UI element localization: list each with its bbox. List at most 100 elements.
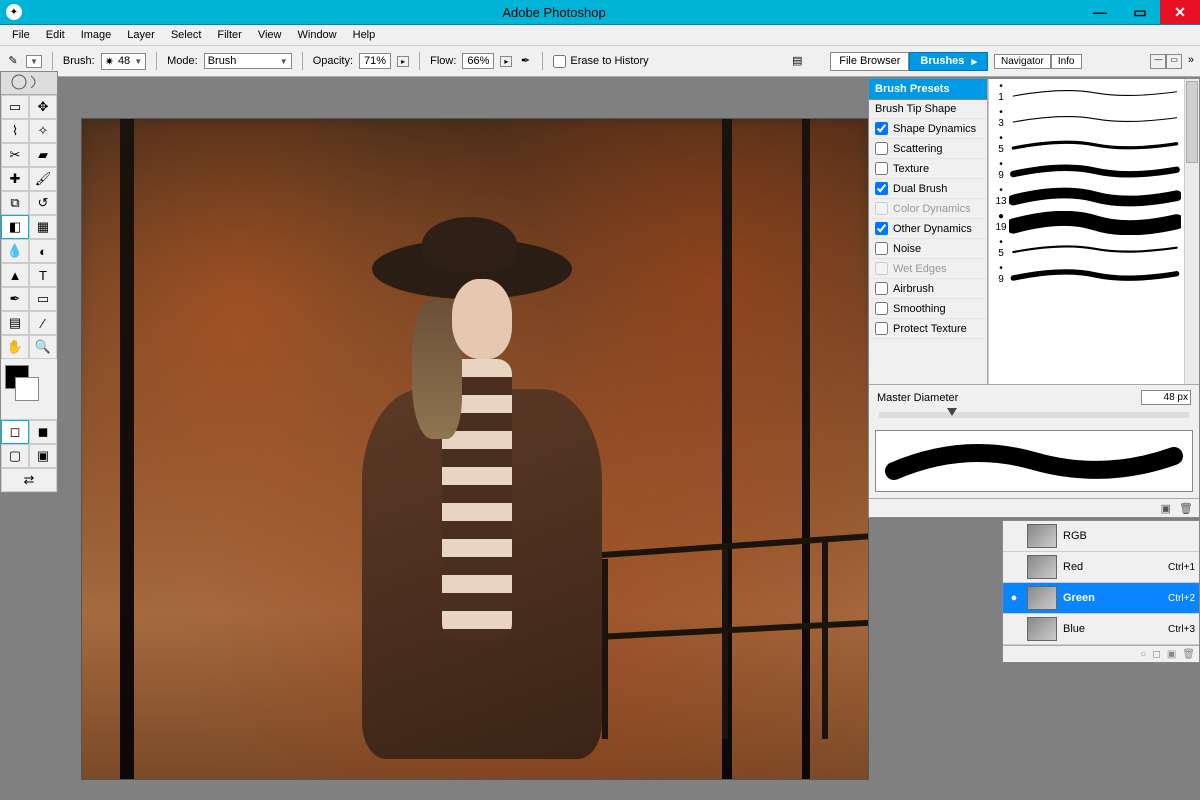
- stroke-scrollbar[interactable]: [1184, 79, 1199, 384]
- new-channel-icon[interactable]: ▣: [1167, 649, 1176, 660]
- tool-preset-icon[interactable]: ✎: [6, 54, 20, 68]
- slice-tool[interactable]: ▰: [29, 143, 57, 167]
- toolbox-header[interactable]: [1, 72, 57, 95]
- screenmode-2[interactable]: ▣: [29, 444, 57, 468]
- move-tool[interactable]: ✥: [29, 95, 57, 119]
- brush-presets-header[interactable]: Brush Presets: [869, 79, 987, 100]
- brush-stroke-13[interactable]: •13: [989, 183, 1185, 209]
- flow-value[interactable]: 66%: [462, 53, 494, 69]
- panel-min-icon[interactable]: —: [1150, 54, 1166, 69]
- master-diameter-label: Master Diameter: [877, 392, 958, 404]
- marquee-tool[interactable]: ▭: [1, 95, 29, 119]
- history-brush-tool[interactable]: ↺: [29, 191, 57, 215]
- jump-to-imageready[interactable]: ⇄: [1, 468, 57, 492]
- master-diameter-row: Master Diameter: [869, 384, 1199, 410]
- brush-stroke-1[interactable]: •1: [989, 79, 1185, 105]
- brush-stroke-9[interactable]: •9: [989, 157, 1185, 183]
- palette-well-icon[interactable]: ▤: [790, 54, 804, 68]
- channel-blue[interactable]: BlueCtrl+3: [1003, 614, 1199, 645]
- master-diameter-slider[interactable]: [879, 412, 1189, 418]
- erase-to-history-checkbox[interactable]: Erase to History: [553, 55, 648, 68]
- notes-tool[interactable]: ▤: [1, 311, 29, 335]
- delete-channel-icon[interactable]: 🗑: [1182, 649, 1195, 660]
- channel-green[interactable]: ●GreenCtrl+2: [1003, 583, 1199, 614]
- flow-arrow[interactable]: ▸: [500, 56, 512, 67]
- hand-tool[interactable]: ✋: [1, 335, 29, 359]
- heal-tool[interactable]: ✚: [1, 167, 29, 191]
- brush-option-scattering[interactable]: Scattering: [869, 139, 987, 159]
- blur-tool[interactable]: 💧: [1, 239, 29, 263]
- channel-rgb[interactable]: RGB: [1003, 521, 1199, 552]
- menu-view[interactable]: View: [250, 27, 290, 43]
- panel-close-icon[interactable]: ▭: [1166, 54, 1182, 69]
- menu-edit[interactable]: Edit: [38, 27, 73, 43]
- crop-tool[interactable]: ✂: [1, 143, 29, 167]
- minimize-button[interactable]: —: [1080, 0, 1120, 24]
- brush-stroke-3[interactable]: •3: [989, 105, 1185, 131]
- mode-select[interactable]: Brush▼: [204, 53, 292, 69]
- brush-option-other-dynamics[interactable]: Other Dynamics: [869, 219, 987, 239]
- load-selection-icon[interactable]: ○: [1140, 649, 1146, 660]
- zoom-tool[interactable]: 🔍: [29, 335, 57, 359]
- brush-option-shape-dynamics[interactable]: Shape Dynamics: [869, 119, 987, 139]
- document-window[interactable]: [82, 119, 868, 779]
- maximize-button[interactable]: ▭: [1120, 0, 1160, 24]
- brush-stroke-9[interactable]: •9: [989, 261, 1185, 287]
- app-icon: ✦: [6, 4, 22, 20]
- brush-option-protect-texture[interactable]: Protect Texture: [869, 319, 987, 339]
- menu-layer[interactable]: Layer: [119, 27, 163, 43]
- menu-select[interactable]: Select: [163, 27, 210, 43]
- channel-red[interactable]: RedCtrl+1: [1003, 552, 1199, 583]
- wand-tool[interactable]: ✧: [29, 119, 57, 143]
- screenmode-1[interactable]: ▢: [1, 444, 29, 468]
- brush-tip-shape[interactable]: Brush Tip Shape: [869, 100, 987, 119]
- brush-option-dual-brush[interactable]: Dual Brush: [869, 179, 987, 199]
- brush-stroke-5[interactable]: •5: [989, 235, 1185, 261]
- color-swatches[interactable]: [1, 359, 57, 419]
- brush-stroke-5[interactable]: •5: [989, 131, 1185, 157]
- opacity-arrow[interactable]: ▸: [397, 56, 409, 67]
- eraser-tool[interactable]: ◧: [1, 215, 29, 239]
- tool-preset-picker[interactable]: ▼: [26, 55, 42, 68]
- dodge-tool[interactable]: ◐: [29, 239, 57, 263]
- panel-more-icon[interactable]: »: [1188, 54, 1194, 69]
- gradient-tool[interactable]: ▦: [29, 215, 57, 239]
- brush-option-airbrush[interactable]: Airbrush: [869, 279, 987, 299]
- master-diameter-input[interactable]: [1141, 390, 1191, 405]
- brush-stroke-list[interactable]: •1•3•5•9•13●19•5•9: [988, 79, 1199, 384]
- tab-info[interactable]: Info: [1051, 54, 1082, 69]
- type-tool[interactable]: T: [29, 263, 57, 287]
- brush-picker[interactable]: ✷48▼: [101, 53, 146, 70]
- close-button[interactable]: ✕: [1160, 0, 1200, 24]
- brush-option-smoothing[interactable]: Smoothing: [869, 299, 987, 319]
- brush-option-texture[interactable]: Texture: [869, 159, 987, 179]
- lasso-tool[interactable]: ⌇: [1, 119, 29, 143]
- quickmask-on[interactable]: ◼: [29, 420, 57, 444]
- menu-help[interactable]: Help: [345, 27, 384, 43]
- background-swatch[interactable]: [15, 377, 39, 401]
- menu-window[interactable]: Window: [290, 27, 345, 43]
- titlebar: ✦ Adobe Photoshop — ▭ ✕: [0, 0, 1200, 25]
- save-selection-icon[interactable]: ◻: [1153, 649, 1161, 660]
- menu-file[interactable]: File: [4, 27, 38, 43]
- menu-filter[interactable]: Filter: [209, 27, 249, 43]
- tab-file-browser[interactable]: File Browser: [830, 52, 909, 71]
- stamp-tool[interactable]: ⧉: [1, 191, 29, 215]
- delete-brush-icon[interactable]: 🗑: [1179, 502, 1193, 515]
- brush-stroke-19[interactable]: ●19: [989, 209, 1185, 235]
- mode-label: Mode:: [167, 55, 198, 67]
- shape-tool[interactable]: ▭: [29, 287, 57, 311]
- new-brush-icon[interactable]: ▣: [1161, 502, 1171, 515]
- toolbox: ▭ ✥ ⌇ ✧ ✂ ▰ ✚ 🖌 ⧉ ↺ ◧ ▦ 💧 ◐ ▲ T ✒ ▭ ▤ ⁄ …: [0, 71, 58, 493]
- tab-navigator[interactable]: Navigator: [994, 54, 1051, 69]
- quickmask-off[interactable]: ◻: [1, 420, 29, 444]
- menu-image[interactable]: Image: [73, 27, 120, 43]
- tab-brushes[interactable]: Brushes ▸: [909, 52, 988, 71]
- opacity-value[interactable]: 71%: [359, 53, 391, 69]
- airbrush-icon[interactable]: ✒: [518, 54, 532, 68]
- brush-option-noise[interactable]: Noise: [869, 239, 987, 259]
- path-select-tool[interactable]: ▲: [1, 263, 29, 287]
- pen-tool[interactable]: ✒: [1, 287, 29, 311]
- brush-tool[interactable]: 🖌: [29, 167, 57, 191]
- eyedropper-tool[interactable]: ⁄: [29, 311, 57, 335]
